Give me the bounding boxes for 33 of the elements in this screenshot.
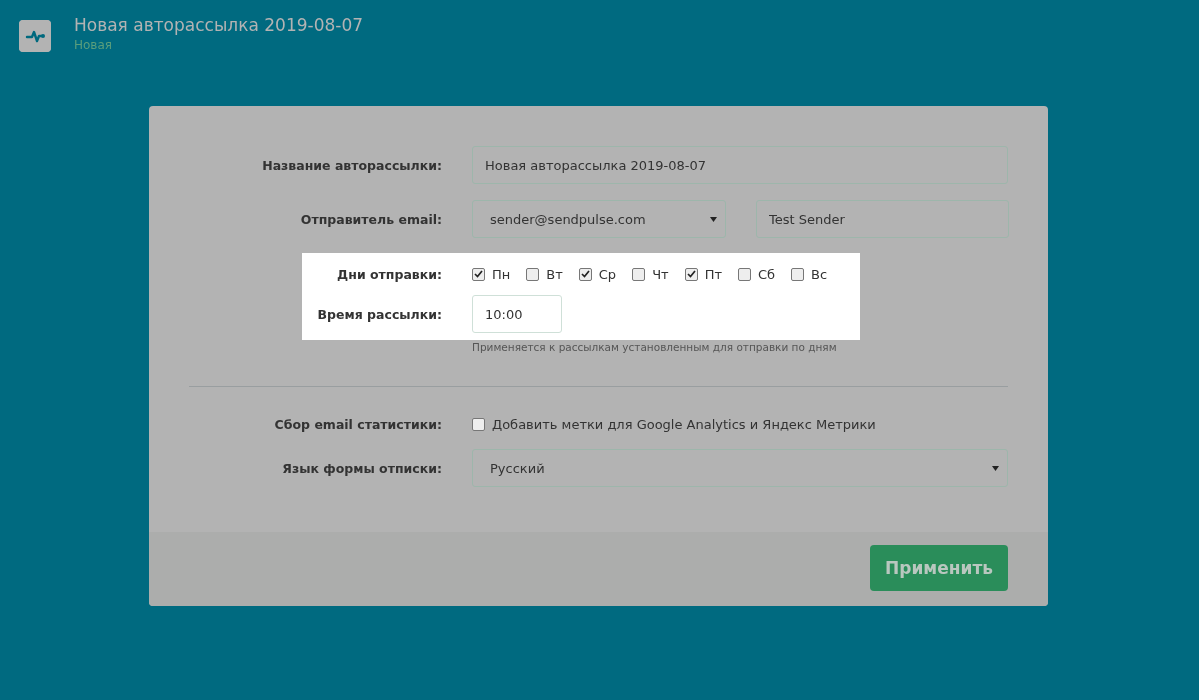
sender-select[interactable]: sender@sendpulse.com [472, 200, 726, 238]
status-label: Новая [74, 37, 113, 53]
checkbox[interactable] [684, 267, 698, 281]
caret-icon [710, 216, 717, 222]
day-checkbox[interactable]: Вс [791, 266, 828, 282]
checkbox[interactable] [472, 418, 485, 431]
time-input[interactable]: 10:00 [472, 295, 562, 333]
field-label: Дни отправки: [336, 266, 442, 282]
name-input[interactable]: Новая авторассылка 2019-08-07 [472, 146, 1008, 184]
day-checkbox[interactable]: Вт [526, 266, 563, 282]
checkbox[interactable] [578, 267, 592, 281]
field-label: Время рассылки: [316, 306, 442, 322]
hint-text: Применяется к рассылкам установленным для отправки по дням [472, 341, 838, 353]
page-title: Новая авторассылка 2019-08-07 [74, 14, 364, 37]
analytics-checkbox[interactable]: Добавить метки для Google Analytics и Яндекс Метрики [472, 417, 1008, 432]
field-label: Сбор email статистики: [273, 417, 442, 432]
checkbox[interactable] [526, 267, 540, 281]
checkbox[interactable] [738, 267, 751, 281]
day-checkbox[interactable]: Сб [738, 266, 776, 282]
day-checkbox[interactable]: Пн [472, 266, 511, 282]
checkbox[interactable] [472, 267, 485, 281]
checkbox[interactable] [791, 267, 805, 281]
sender-name-input[interactable]: Test Sender [756, 200, 1009, 238]
day-checkbox[interactable]: Ср [578, 266, 617, 282]
day-checkbox[interactable]: Чт [632, 266, 669, 282]
field-label: Отправитель email: [299, 211, 442, 227]
field-label: Название авторассылки: [261, 157, 442, 173]
pulse-icon [19, 20, 51, 52]
field-label: Язык формы отписки: [281, 460, 442, 476]
day-checkbox[interactable]: Пт [684, 266, 722, 282]
language-select[interactable]: Русский [472, 449, 1008, 487]
checkbox[interactable] [632, 267, 646, 281]
caret-icon [992, 465, 999, 471]
